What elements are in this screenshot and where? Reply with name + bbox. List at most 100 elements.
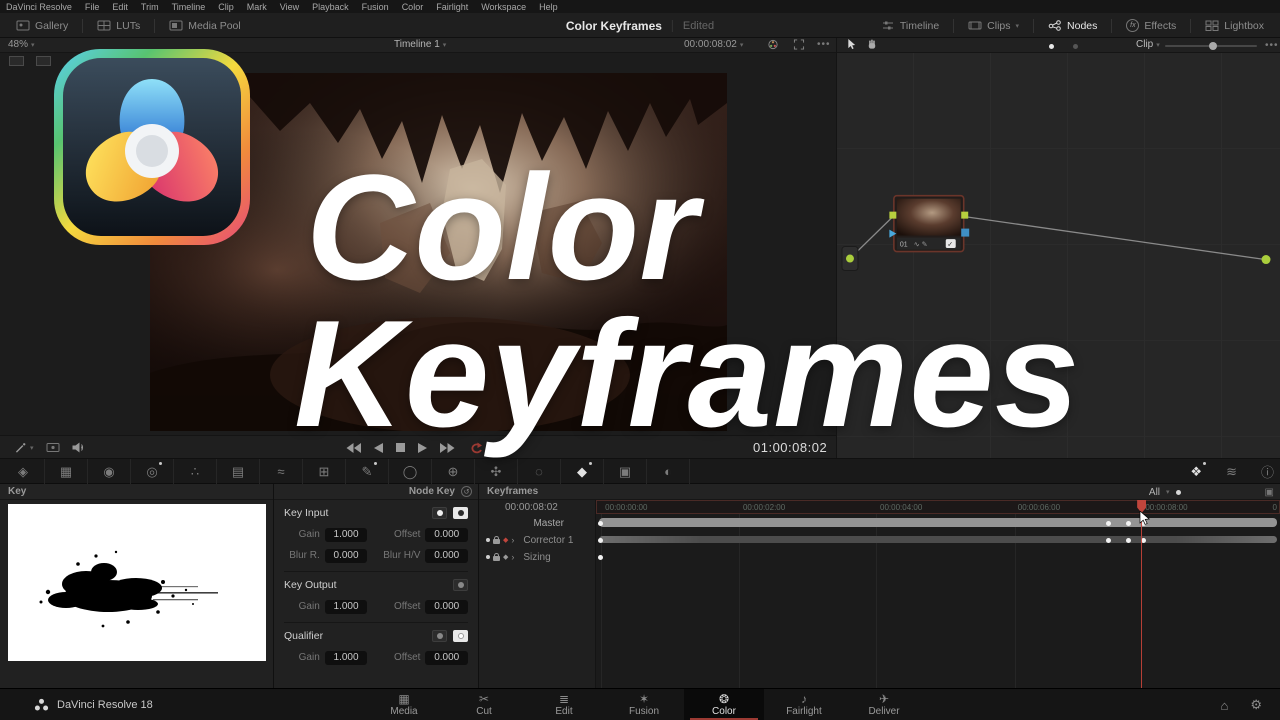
expand-viewer-button[interactable] bbox=[792, 39, 806, 50]
lightbox-panel-button[interactable]: Lightbox bbox=[1197, 20, 1272, 32]
menu-item-playback[interactable]: Playback bbox=[312, 2, 349, 12]
motion-effects-icon[interactable]: ▤ bbox=[217, 459, 260, 484]
track-name-corrector-1[interactable]: ◆ › Corrector 1 bbox=[479, 533, 596, 547]
keyframe-marker[interactable] bbox=[1126, 521, 1131, 526]
source-connector-green[interactable] bbox=[846, 255, 854, 263]
luts-button[interactable]: LUTs bbox=[89, 20, 148, 32]
viewer-timecode[interactable]: 00:00:08:02 ▾ bbox=[684, 39, 743, 50]
master-track-bar[interactable] bbox=[599, 518, 1278, 527]
viewer-zoom-select[interactable]: 48% ▾ bbox=[8, 39, 35, 50]
node-key-output[interactable] bbox=[961, 229, 969, 237]
grade-tools-button[interactable]: ▾ bbox=[14, 442, 34, 453]
settings-gear-icon[interactable]: ⚙ bbox=[1250, 697, 1262, 713]
expand-chevron-icon[interactable]: › bbox=[511, 535, 514, 545]
key-input-blur-r-field[interactable]: 0.000 bbox=[325, 549, 368, 563]
timeline-selector[interactable]: Timeline 1 ▾ bbox=[394, 39, 446, 50]
page-tab-deliver[interactable]: ✈ Deliver bbox=[844, 689, 924, 720]
menu-item-help[interactable]: Help bbox=[539, 2, 558, 12]
stereo-3d-icon[interactable]: ◐ bbox=[647, 459, 690, 484]
qualifier-offset-field[interactable]: 0.000 bbox=[425, 651, 468, 665]
audio-mute-icon[interactable] bbox=[72, 442, 86, 453]
key-input-invert-toggle[interactable] bbox=[453, 507, 468, 519]
home-icon[interactable]: ⌂ bbox=[1220, 698, 1228, 713]
keyframe-ruler[interactable]: 00:00:00:00 00:00:02:00 00:00:04:00 00:0… bbox=[596, 500, 1280, 514]
keyframe-marker[interactable] bbox=[598, 555, 603, 560]
nodes-panel-button[interactable]: Nodes bbox=[1040, 20, 1105, 32]
timeline-panel-button[interactable]: Timeline bbox=[873, 20, 947, 32]
page-tab-media[interactable]: ▦ Media bbox=[364, 689, 444, 720]
key-input-gain-field[interactable]: 1.000 bbox=[325, 528, 368, 542]
key-output-gain-field[interactable]: 1.000 bbox=[325, 600, 368, 614]
menu-item-trim[interactable]: Trim bbox=[141, 2, 159, 12]
page-tab-edit[interactable]: ≣ Edit bbox=[524, 689, 604, 720]
page-tab-fusion[interactable]: ✶ Fusion bbox=[604, 689, 684, 720]
color-warper-icon[interactable]: ⊞ bbox=[303, 459, 346, 484]
viewer-wipe-toggles[interactable] bbox=[9, 56, 51, 66]
pointer-tool-button[interactable] bbox=[845, 39, 859, 50]
key-palette-icon[interactable]: ◆ bbox=[561, 459, 604, 484]
color-wheels-icon[interactable]: ◉ bbox=[88, 459, 131, 484]
track-enable-dot[interactable] bbox=[486, 538, 490, 542]
menu-item-workspace[interactable]: Workspace bbox=[481, 2, 526, 12]
bypass-grades-button[interactable] bbox=[766, 39, 780, 50]
window-icon[interactable]: ◯ bbox=[389, 459, 432, 484]
menu-item-fairlight[interactable]: Fairlight bbox=[436, 2, 468, 12]
key-input-blur-hv-field[interactable]: 0.000 bbox=[425, 549, 468, 563]
grab-still-icon[interactable] bbox=[46, 442, 60, 453]
keyframe-marker[interactable] bbox=[1126, 538, 1131, 543]
node-options-button[interactable]: ••• bbox=[1265, 40, 1279, 51]
keyframe-track-master[interactable] bbox=[596, 516, 1280, 530]
keyframe-marker[interactable] bbox=[598, 538, 603, 543]
clips-panel-button[interactable]: Clips ▾ bbox=[960, 20, 1027, 32]
node-rgb-output[interactable] bbox=[961, 212, 968, 219]
reset-section-icon[interactable]: ↺ bbox=[461, 486, 472, 497]
scopes-icon[interactable]: ≋ bbox=[1226, 464, 1237, 480]
lock-icon[interactable] bbox=[493, 556, 500, 561]
magic-mask-icon[interactable]: ✣ bbox=[475, 459, 518, 484]
menu-item-davinci-resolve[interactable]: DaVinci Resolve bbox=[6, 2, 72, 12]
expand-keyframes-icon[interactable]: ▣ bbox=[1265, 487, 1274, 498]
node-mode-select[interactable]: Clip ▾ bbox=[1136, 39, 1160, 50]
page-tab-cut[interactable]: ✂ Cut bbox=[444, 689, 524, 720]
track-name-master[interactable]: Master bbox=[479, 516, 596, 530]
qualifier-invert-toggle[interactable] bbox=[453, 630, 468, 642]
tracker-icon[interactable]: ⊕ bbox=[432, 459, 475, 484]
menu-item-edit[interactable]: Edit bbox=[112, 2, 128, 12]
node-rgb-input[interactable] bbox=[889, 212, 896, 219]
menu-item-clip[interactable]: Clip bbox=[218, 2, 234, 12]
keyframes-panel-icon[interactable]: ❖ bbox=[1190, 464, 1202, 480]
keyframe-track-corrector-1[interactable] bbox=[596, 533, 1280, 547]
hdr-wheels-icon[interactable]: ◎ bbox=[131, 459, 174, 484]
corrector-track-bar[interactable] bbox=[599, 536, 1278, 543]
keyframe-track-sizing[interactable] bbox=[596, 550, 1280, 564]
rgb-mixer-icon[interactable]: ∴ bbox=[174, 459, 217, 484]
qualifier-gain-field[interactable]: 1.000 bbox=[325, 651, 368, 665]
key-output-offset-field[interactable]: 0.000 bbox=[425, 600, 468, 614]
menu-item-file[interactable]: File bbox=[85, 2, 100, 12]
media-pool-button[interactable]: Media Pool bbox=[161, 20, 249, 32]
keyframe-marker[interactable] bbox=[1106, 538, 1111, 543]
track-enable-dot[interactable] bbox=[486, 555, 490, 559]
curves-icon[interactable]: ≈ bbox=[260, 459, 303, 484]
color-match-icon[interactable]: ▦ bbox=[45, 459, 88, 484]
lock-icon[interactable] bbox=[493, 539, 500, 544]
blur-icon[interactable]: ◌ bbox=[518, 459, 561, 484]
pan-tool-button[interactable] bbox=[865, 39, 879, 50]
menu-item-timeline[interactable]: Timeline bbox=[172, 2, 206, 12]
menu-item-color[interactable]: Color bbox=[402, 2, 424, 12]
keyframe-marker[interactable] bbox=[598, 521, 603, 526]
qualifier-toggle[interactable] bbox=[432, 630, 447, 642]
key-input-offset-field[interactable]: 0.000 bbox=[425, 528, 468, 542]
keyframe-filter-select[interactable]: All bbox=[1149, 487, 1160, 498]
qualifier-icon[interactable]: ✎ bbox=[346, 459, 389, 484]
menu-item-view[interactable]: View bbox=[280, 2, 299, 12]
node-zoom-slider[interactable] bbox=[1165, 45, 1257, 47]
page-tab-fairlight[interactable]: ♪ Fairlight bbox=[764, 689, 844, 720]
key-output-toggle[interactable] bbox=[453, 579, 468, 591]
sizing-icon[interactable]: ▣ bbox=[604, 459, 647, 484]
viewer-options-button[interactable]: ••• bbox=[817, 39, 831, 50]
info-icon[interactable]: ⓘ bbox=[1261, 462, 1274, 481]
expand-chevron-icon[interactable]: › bbox=[511, 552, 514, 562]
page-tab-color[interactable]: ❂ Color bbox=[684, 689, 764, 720]
keyframe-marker[interactable] bbox=[1106, 521, 1111, 526]
